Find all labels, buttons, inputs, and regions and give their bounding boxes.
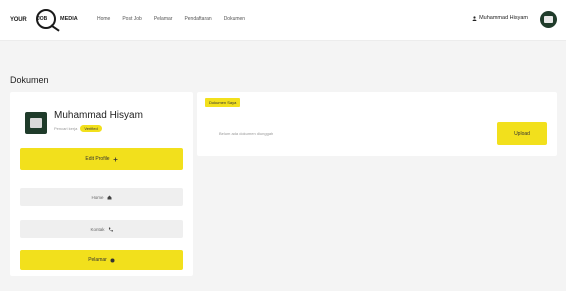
plus-icon	[113, 157, 118, 161]
logo-text-left: YOUR	[10, 17, 27, 23]
logo-text-right: MEDIA	[60, 16, 78, 22]
sidebar-item-pelamar[interactable]: Pelamar	[20, 250, 183, 270]
sidebar-item-home[interactable]: Home	[20, 188, 183, 206]
nav-post-job[interactable]: Post Job	[122, 16, 141, 22]
sidebar-item-label: Pelamar	[88, 257, 107, 263]
profile-name: Muhammad Hisyam	[54, 110, 143, 121]
brand-logo[interactable]: YOUR JOB MEDIA	[10, 7, 86, 33]
sidebar-item-label: Kontak	[90, 226, 105, 232]
main-nav: Home Post Job Pelamar Pendaftaran Dokume…	[97, 16, 257, 22]
documents-label: Dokumen Saya	[205, 98, 241, 107]
status-badge: Verified	[80, 125, 102, 132]
top-navbar: YOUR JOB MEDIA Home Post Job Pelamar Pen…	[0, 0, 566, 41]
magnifier-handle	[50, 24, 60, 32]
user-icon	[472, 15, 477, 21]
profile-card: Muhammad Hisyam Pencari kerja Verified E…	[10, 92, 193, 276]
circle-icon	[110, 258, 115, 262]
user-menu[interactable]: Muhammad Hisyam	[472, 15, 528, 21]
page-title: Dokumen	[10, 75, 49, 85]
nav-home[interactable]: Home	[97, 16, 110, 22]
upload-label: Upload	[514, 130, 530, 137]
nav-pendaftaran[interactable]: Pendaftaran	[184, 16, 211, 22]
profile-avatar	[25, 112, 47, 134]
sidebar-item-label: Home	[91, 194, 104, 200]
home-icon	[107, 195, 111, 199]
edit-profile-label: Edit Profile	[85, 156, 110, 162]
profile-subtitle: Pencari kerja Verified	[54, 125, 102, 132]
upload-button[interactable]: Upload	[497, 122, 547, 145]
edit-profile-button[interactable]: Edit Profile	[20, 148, 183, 170]
user-name: Muhammad Hisyam	[479, 15, 528, 21]
documents-empty-text: Belum ada dokumen diunggah	[219, 131, 274, 136]
phone-icon	[108, 227, 113, 231]
nav-dokumen[interactable]: Dokumen	[224, 16, 245, 22]
sidebar-item-kontak[interactable]: Kontak	[20, 220, 183, 238]
logo-text-mid: JOB	[37, 16, 48, 22]
profile-role: Pencari kerja	[54, 126, 78, 131]
nav-pelamar[interactable]: Pelamar	[154, 16, 173, 22]
documents-panel: Dokumen Saya Belum ada dokumen diunggah …	[197, 92, 557, 156]
avatar[interactable]	[540, 11, 557, 28]
